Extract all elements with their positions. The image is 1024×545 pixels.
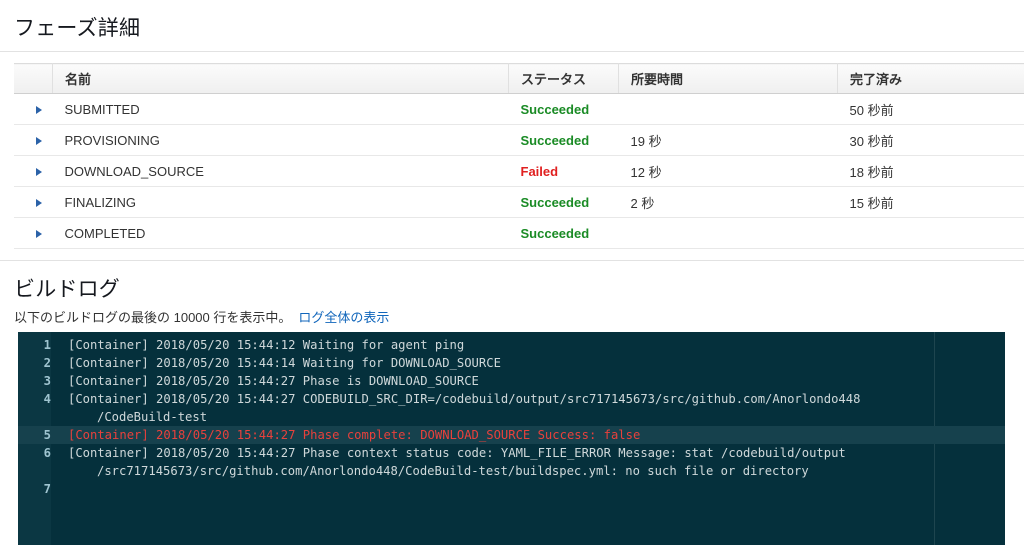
log-line: 6[Container] 2018/05/20 15:44:27 Phase c… xyxy=(18,444,1005,480)
chevron-right-icon[interactable] xyxy=(36,230,42,238)
log-line-text: [Container] 2018/05/20 15:44:27 Phase is… xyxy=(59,372,1005,390)
log-line: 4[Container] 2018/05/20 15:44:27 CODEBUI… xyxy=(18,390,1005,426)
phase-name-cell: SUBMITTED xyxy=(53,94,509,125)
row-expand-cell[interactable] xyxy=(14,94,53,125)
log-line-number: 4 xyxy=(18,390,59,408)
log-line: 1[Container] 2018/05/20 15:44:12 Waiting… xyxy=(18,336,1005,354)
log-subtitle-text: 以下のビルドログの最後の 10000 行を表示中。 xyxy=(14,310,291,325)
table-row[interactable]: COMPLETED Succeeded xyxy=(14,218,1024,249)
chevron-right-icon[interactable] xyxy=(36,168,42,176)
log-line-text: [Container] 2018/05/20 15:44:12 Waiting … xyxy=(59,336,1005,354)
log-line-text: [Container] 2018/05/20 15:44:27 CODEBUIL… xyxy=(59,390,1005,426)
build-log-title: ビルドログ xyxy=(14,273,1024,303)
log-line-continuation: /CodeBuild-test xyxy=(68,408,999,426)
row-expand-cell[interactable] xyxy=(14,156,53,187)
row-expand-cell[interactable] xyxy=(14,125,53,156)
phase-status-cell: Failed xyxy=(509,156,619,187)
column-header-name[interactable]: 名前 xyxy=(53,64,509,94)
log-line-number: 2 xyxy=(18,354,59,372)
column-header-status[interactable]: ステータス xyxy=(509,64,619,94)
log-line: 7 xyxy=(18,480,1005,498)
page-title: フェーズ詳細 xyxy=(0,0,1024,51)
page-root: フェーズ詳細 名前 ステータス 所要時間 完了済み SUBMITTED Succe… xyxy=(0,0,1024,523)
phase-completed-cell: 50 秒前 xyxy=(838,94,1024,125)
log-line-continuation: /src717145673/src/github.com/Anorlondo44… xyxy=(68,462,999,480)
table-header-row: 名前 ステータス 所要時間 完了済み xyxy=(14,64,1024,94)
phase-duration-cell xyxy=(619,218,838,249)
column-header-expand xyxy=(14,64,53,94)
chevron-right-icon[interactable] xyxy=(36,106,42,114)
table-header: 名前 ステータス 所要時間 完了済み xyxy=(14,64,1024,94)
phase-completed-cell: 18 秒前 xyxy=(838,156,1024,187)
phase-duration-cell xyxy=(619,94,838,125)
table-row[interactable]: SUBMITTED Succeeded 50 秒前 xyxy=(14,94,1024,125)
log-line-number: 1 xyxy=(18,336,59,354)
table-row[interactable]: DOWNLOAD_SOURCE Failed 12 秒18 秒前 xyxy=(14,156,1024,187)
table-row[interactable]: PROVISIONING Succeeded 19 秒30 秒前 xyxy=(14,125,1024,156)
table-row[interactable]: FINALIZING Succeeded 2 秒15 秒前 xyxy=(14,187,1024,218)
phase-status-cell: Succeeded xyxy=(509,94,619,125)
row-expand-cell[interactable] xyxy=(14,218,53,249)
phase-completed-cell: 30 秒前 xyxy=(838,125,1024,156)
log-line-number: 5 xyxy=(18,426,59,444)
phase-table-container: 名前 ステータス 所要時間 完了済み SUBMITTED Succeeded 50 … xyxy=(0,52,1024,249)
log-line-text xyxy=(59,480,1005,498)
table-body: SUBMITTED Succeeded 50 秒前 PROVISIONING Succe… xyxy=(14,94,1024,249)
status-badge: Succeeded xyxy=(521,102,590,117)
phase-duration-cell: 12 秒 xyxy=(619,156,838,187)
log-line-text: [Container] 2018/05/20 15:44:27 Phase co… xyxy=(59,426,1005,444)
phase-name-cell: FINALIZING xyxy=(53,187,509,218)
log-lines-container: 1[Container] 2018/05/20 15:44:12 Waiting… xyxy=(18,332,1005,498)
status-badge: Succeeded xyxy=(521,226,590,241)
phase-name-cell: DOWNLOAD_SOURCE xyxy=(53,156,509,187)
log-line-text: [Container] 2018/05/20 15:44:14 Waiting … xyxy=(59,354,1005,372)
phase-completed-cell xyxy=(838,218,1024,249)
chevron-right-icon[interactable] xyxy=(36,199,42,207)
status-badge: Succeeded xyxy=(521,195,590,210)
phase-duration-cell: 2 秒 xyxy=(619,187,838,218)
chevron-right-icon[interactable] xyxy=(36,137,42,145)
log-line-number: 3 xyxy=(18,372,59,390)
log-heading-container: ビルドログ xyxy=(0,261,1024,303)
phase-name-cell: PROVISIONING xyxy=(53,125,509,156)
phase-completed-cell: 15 秒前 xyxy=(838,187,1024,218)
phase-status-cell: Succeeded xyxy=(509,125,619,156)
status-badge: Succeeded xyxy=(521,133,590,148)
phase-status-cell: Succeeded xyxy=(509,187,619,218)
column-header-duration[interactable]: 所要時間 xyxy=(619,64,838,94)
log-line: 2[Container] 2018/05/20 15:44:14 Waiting… xyxy=(18,354,1005,372)
log-subtitle-row: 以下のビルドログの最後の 10000 行を表示中。ログ全体の表示 xyxy=(0,303,1024,332)
row-expand-cell[interactable] xyxy=(14,187,53,218)
build-log-panel[interactable]: 1[Container] 2018/05/20 15:44:12 Waiting… xyxy=(18,332,1005,545)
log-line-number: 7 xyxy=(18,480,59,498)
column-header-completed[interactable]: 完了済み xyxy=(838,64,1024,94)
status-badge: Failed xyxy=(521,164,559,179)
phase-details-table: 名前 ステータス 所要時間 完了済み SUBMITTED Succeeded 50 … xyxy=(14,63,1024,249)
log-line-number: 6 xyxy=(18,444,59,462)
phase-name-cell: COMPLETED xyxy=(53,218,509,249)
log-line: 5[Container] 2018/05/20 15:44:27 Phase c… xyxy=(18,426,1005,444)
phase-duration-cell: 19 秒 xyxy=(619,125,838,156)
view-entire-log-link[interactable]: ログ全体の表示 xyxy=(298,310,389,325)
phase-status-cell: Succeeded xyxy=(509,218,619,249)
log-line: 3[Container] 2018/05/20 15:44:27 Phase i… xyxy=(18,372,1005,390)
log-line-text: [Container] 2018/05/20 15:44:27 Phase co… xyxy=(59,444,1005,480)
